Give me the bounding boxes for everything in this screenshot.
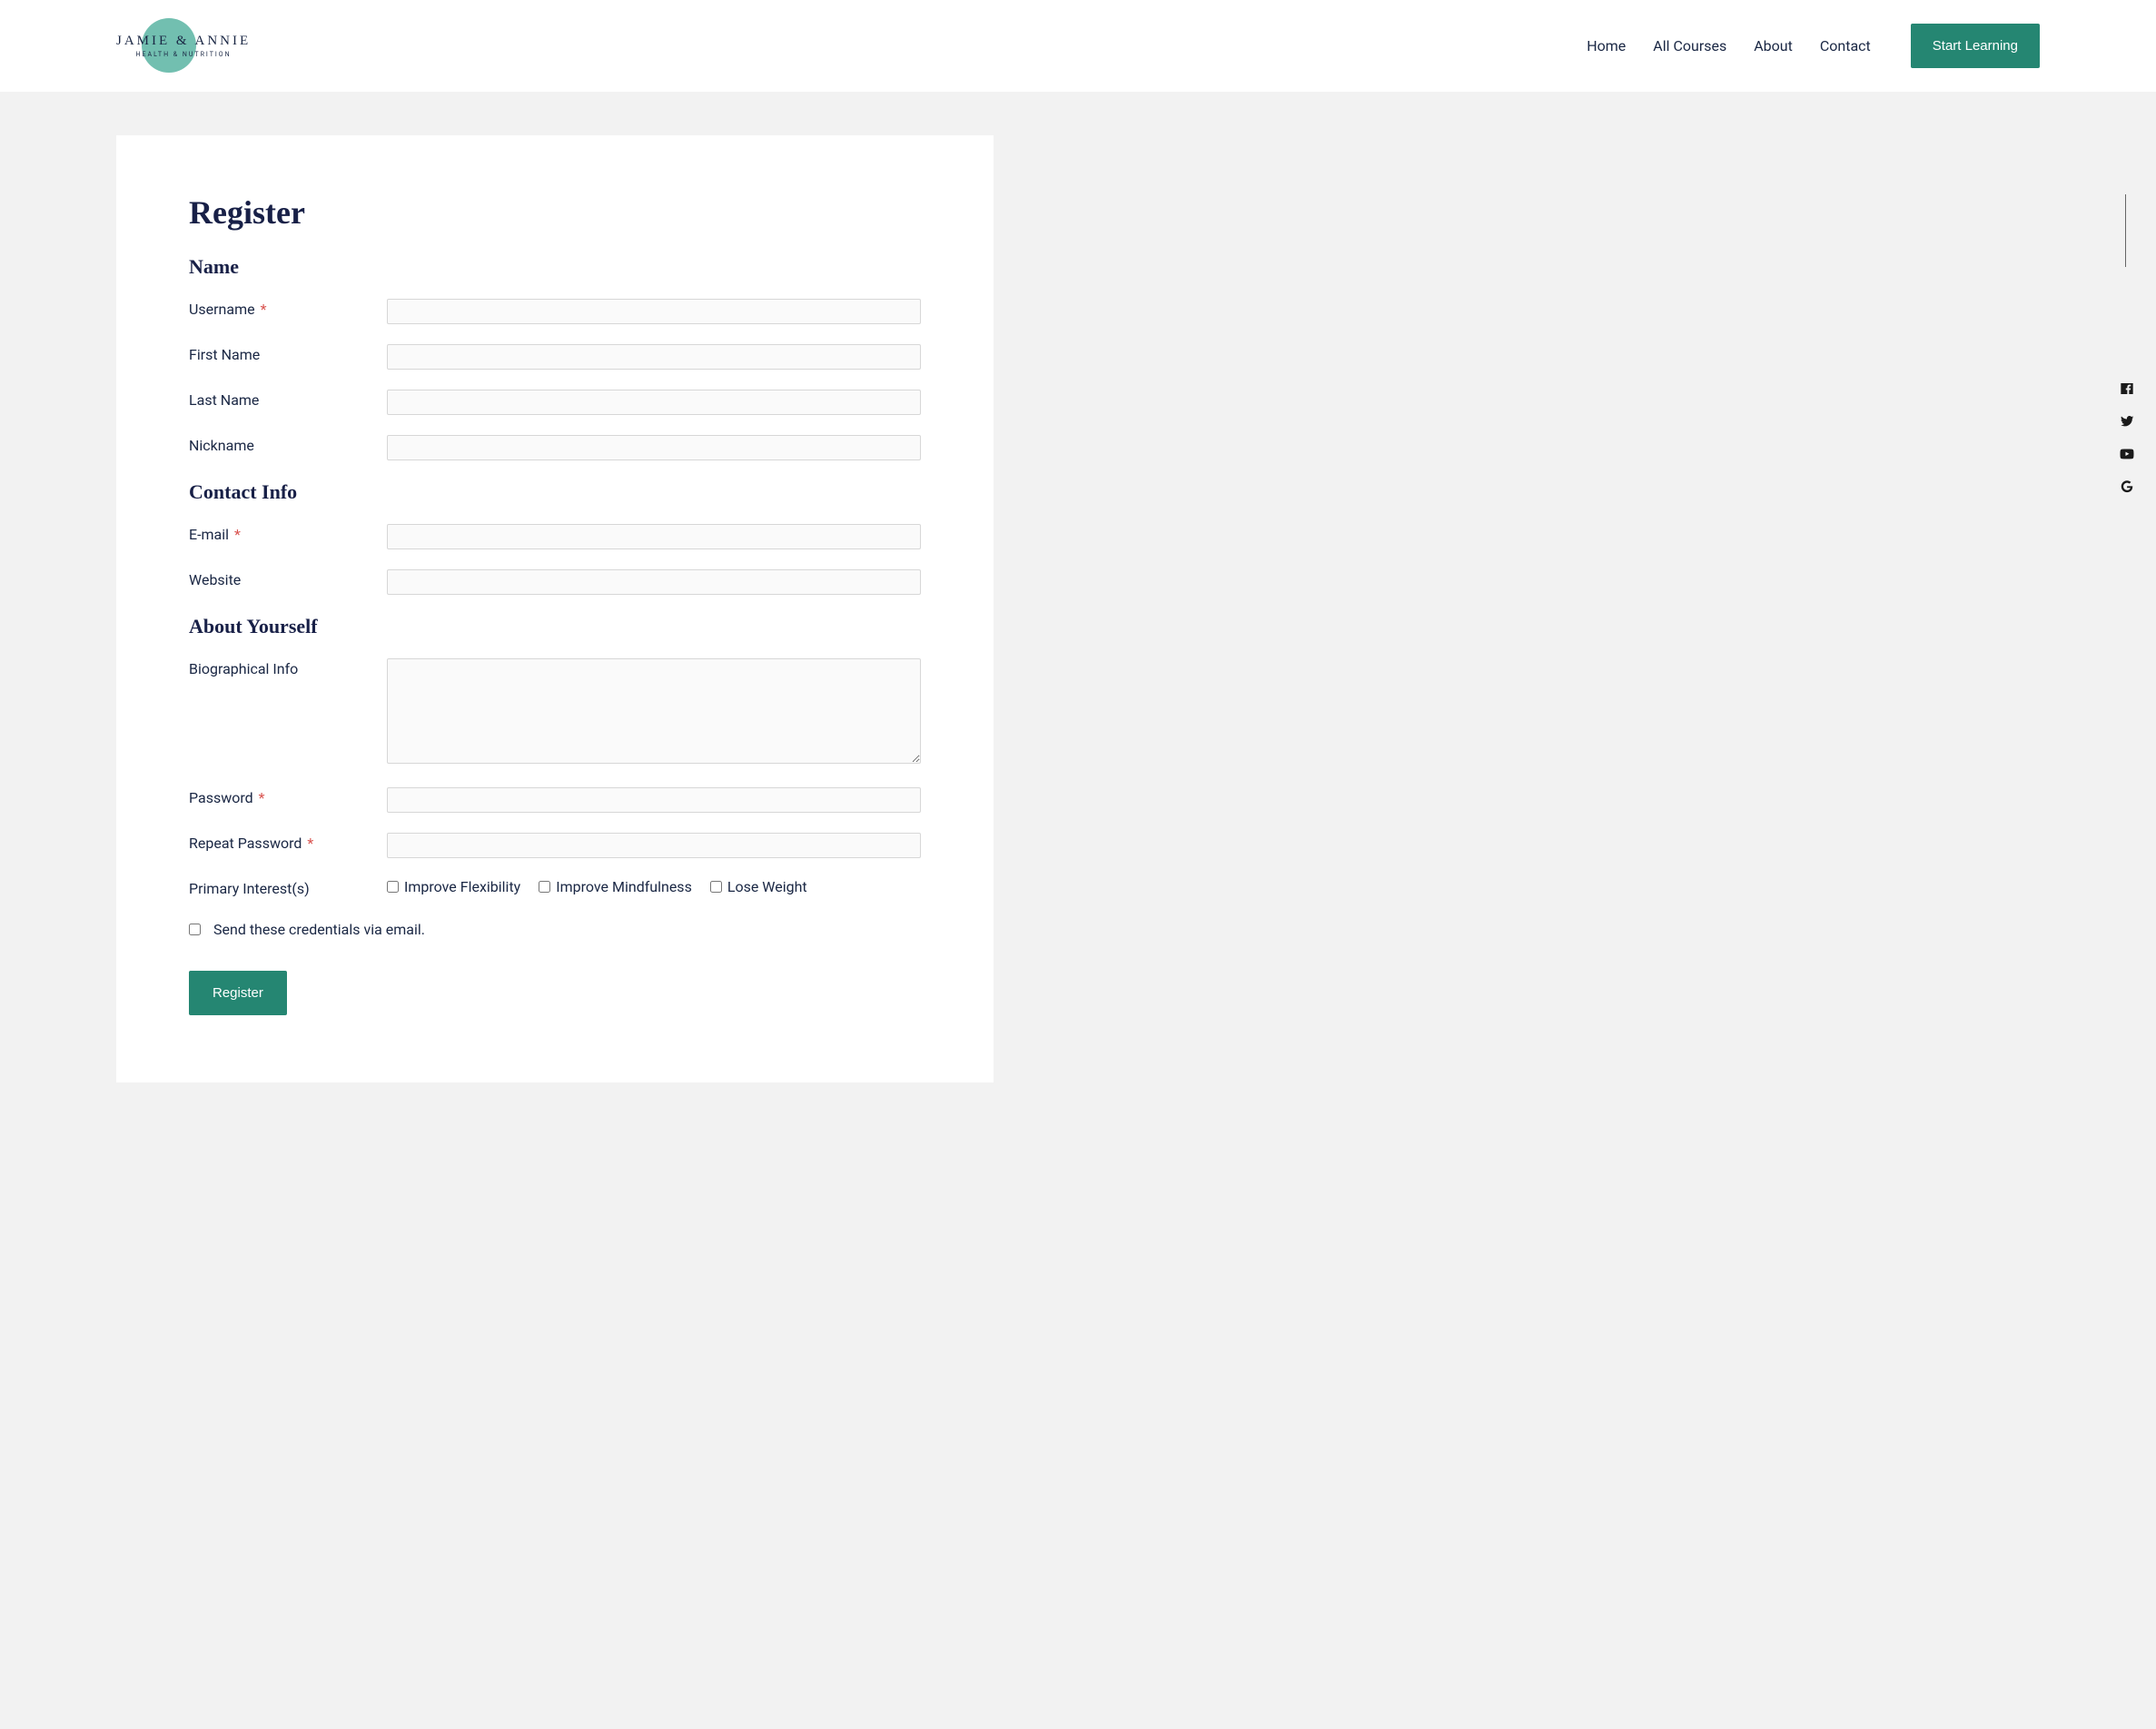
register-button[interactable]: Register: [189, 971, 287, 1015]
send-credentials-row[interactable]: Send these credentials via email.: [189, 921, 921, 938]
twitter-icon[interactable]: [2120, 414, 2134, 429]
nav-home[interactable]: Home: [1587, 37, 1626, 54]
label-repeat-password: Repeat Password *: [189, 833, 387, 852]
checkbox-lose-weight[interactable]: [710, 881, 722, 893]
interest-lose-weight[interactable]: Lose Weight: [710, 878, 807, 895]
row-last-name: Last Name: [189, 390, 921, 415]
logo-sub-text: HEALTH & NUTRITION: [136, 51, 232, 58]
interest-mindfulness[interactable]: Improve Mindfulness: [539, 878, 692, 895]
input-bio[interactable]: [387, 658, 921, 764]
start-learning-button[interactable]: Start Learning: [1911, 24, 2040, 68]
row-primary-interest: Primary Interest(s) Improve Flexibility …: [189, 878, 921, 897]
interest-mindfulness-label: Improve Mindfulness: [556, 878, 692, 895]
label-primary-interest: Primary Interest(s): [189, 878, 387, 897]
send-credentials-label: Send these credentials via email.: [213, 921, 425, 938]
social-separator-line: [2125, 194, 2126, 267]
section-name-title: Name: [189, 255, 921, 279]
required-marker: *: [259, 789, 265, 806]
input-first-name[interactable]: [387, 344, 921, 370]
checkbox-send-credentials[interactable]: [189, 924, 201, 935]
label-website: Website: [189, 569, 387, 588]
input-last-name[interactable]: [387, 390, 921, 415]
row-repeat-password: Repeat Password *: [189, 833, 921, 858]
input-username[interactable]: [387, 299, 921, 324]
input-repeat-password[interactable]: [387, 833, 921, 858]
interest-flexibility[interactable]: Improve Flexibility: [387, 878, 520, 895]
label-email: E-mail *: [189, 524, 387, 543]
row-bio: Biographical Info: [189, 658, 921, 767]
label-bio: Biographical Info: [189, 658, 387, 677]
logo-main-text: JAMIE & ANNIE: [116, 34, 251, 49]
label-repeat-password-text: Repeat Password: [189, 835, 302, 852]
interest-flexibility-label: Improve Flexibility: [404, 878, 520, 895]
youtube-icon[interactable]: [2120, 447, 2134, 461]
label-nickname: Nickname: [189, 435, 387, 454]
nav-contact[interactable]: Contact: [1820, 37, 1871, 54]
section-about-title: About Yourself: [189, 615, 921, 638]
row-password: Password *: [189, 787, 921, 813]
label-first-name: First Name: [189, 344, 387, 363]
row-website: Website: [189, 569, 921, 595]
label-password-text: Password: [189, 789, 253, 806]
row-email: E-mail *: [189, 524, 921, 549]
required-marker: *: [234, 526, 241, 543]
label-last-name: Last Name: [189, 390, 387, 409]
google-icon[interactable]: [2120, 479, 2134, 494]
label-password: Password *: [189, 787, 387, 806]
input-nickname[interactable]: [387, 435, 921, 460]
row-nickname: Nickname: [189, 435, 921, 460]
row-first-name: First Name: [189, 344, 921, 370]
input-email[interactable]: [387, 524, 921, 549]
checkbox-mindfulness[interactable]: [539, 881, 550, 893]
social-rail: [2120, 381, 2134, 494]
page-title: Register: [189, 193, 921, 232]
required-marker: *: [307, 835, 313, 852]
nav-about[interactable]: About: [1754, 37, 1793, 54]
register-card: Register Name Username * First Name Last…: [116, 135, 994, 1082]
interest-lose-weight-label: Lose Weight: [727, 878, 807, 895]
checkbox-flexibility[interactable]: [387, 881, 399, 893]
input-password[interactable]: [387, 787, 921, 813]
label-username: Username *: [189, 299, 387, 318]
logo[interactable]: JAMIE & ANNIE HEALTH & NUTRITION: [116, 15, 251, 78]
input-website[interactable]: [387, 569, 921, 595]
label-email-text: E-mail: [189, 526, 229, 543]
nav-all-courses[interactable]: All Courses: [1653, 37, 1726, 54]
section-contact-title: Contact Info: [189, 480, 921, 504]
site-header: JAMIE & ANNIE HEALTH & NUTRITION Home Al…: [0, 0, 2156, 92]
facebook-icon[interactable]: [2120, 381, 2134, 396]
page-wrap: Register Name Username * First Name Last…: [0, 92, 2156, 1126]
label-username-text: Username: [189, 301, 255, 318]
required-marker: *: [261, 301, 267, 318]
main-nav: Home All Courses About Contact Start Lea…: [1587, 24, 2040, 68]
row-username: Username *: [189, 299, 921, 324]
